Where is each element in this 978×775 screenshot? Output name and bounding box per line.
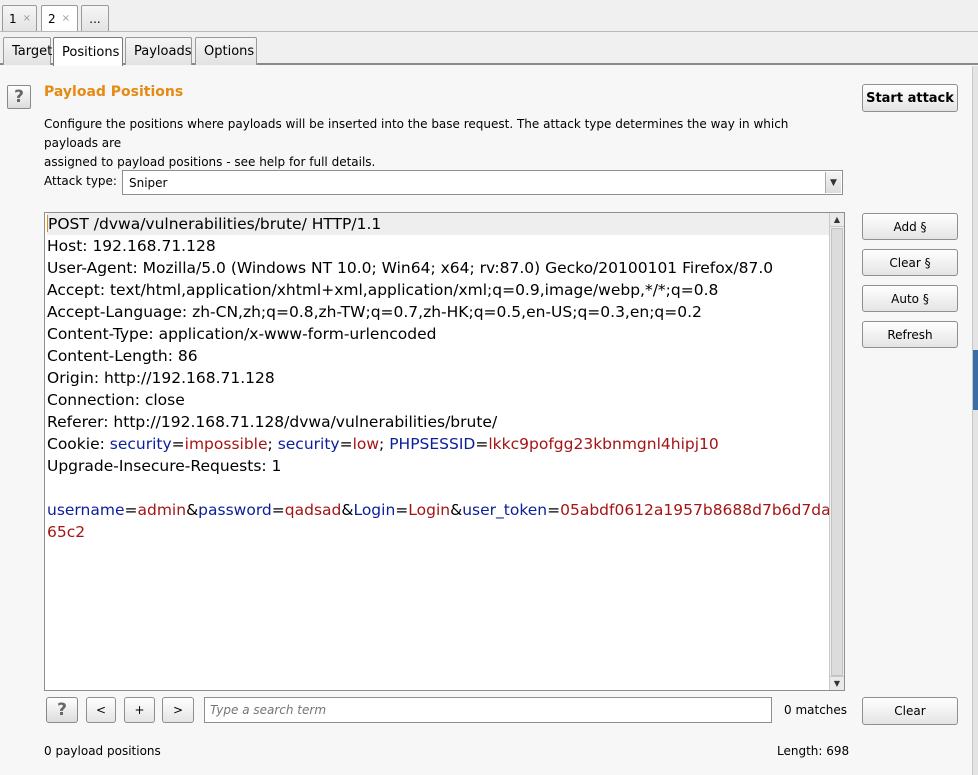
- next-match-button[interactable]: >: [162, 697, 194, 723]
- param-value: Login: [408, 501, 451, 519]
- request-tab-2[interactable]: 2 ×: [41, 5, 78, 31]
- scrollbar-thumb[interactable]: [831, 228, 843, 676]
- param-value: 05abdf0612a1957b8688d7b6d7da: [560, 501, 831, 519]
- payload-position-count: 0 payload positions: [44, 744, 161, 758]
- tab-target[interactable]: Target: [3, 37, 53, 65]
- tab-label: 2: [48, 11, 56, 26]
- tab-label: Payloads: [134, 44, 192, 59]
- separator: ;: [267, 435, 278, 453]
- param-value: low: [352, 435, 380, 453]
- header-line: Referer: http://192.168.71.128/dvwa/vuln…: [47, 413, 498, 431]
- editor-scrollbar[interactable]: ▲ ▼: [829, 213, 844, 690]
- equals-sign: =: [395, 501, 409, 519]
- help-icon: ?: [14, 87, 24, 107]
- header-line: Accept: text/html,application/xhtml+xml,…: [47, 281, 719, 299]
- header-line: User-Agent: Mozilla/5.0 (Windows NT 10.0…: [47, 259, 774, 277]
- refresh-button[interactable]: Refresh: [862, 321, 958, 348]
- equals-sign: =: [475, 435, 489, 453]
- close-icon[interactable]: ×: [23, 13, 31, 24]
- header-line: Origin: http://192.168.71.128: [47, 369, 275, 387]
- param-name: security: [109, 435, 172, 453]
- previous-match-button[interactable]: <: [86, 697, 116, 723]
- param-value: qadsad: [284, 501, 342, 519]
- request-length: Length: 698: [777, 744, 850, 758]
- close-icon[interactable]: ×: [62, 13, 70, 24]
- scroll-up-icon[interactable]: ▲: [830, 213, 844, 227]
- param-name: PHPSESSID: [389, 435, 476, 453]
- request-line-text: POST /dvwa/vulnerabilities/brute/ HTTP/1…: [48, 215, 382, 233]
- tab-label: ...: [89, 11, 101, 26]
- request-tab-strip: 1 × 2 × ...: [0, 0, 978, 32]
- separator: &: [341, 501, 354, 519]
- param-name: username: [47, 501, 125, 519]
- equals-sign: =: [171, 435, 185, 453]
- new-tab-button[interactable]: ...: [81, 5, 109, 31]
- intruder-subtab-strip: Target Positions Payloads Options: [0, 32, 978, 66]
- equals-sign: =: [124, 501, 138, 519]
- tab-label: Options: [204, 44, 255, 59]
- header-line: Accept-Language: zh-CN,zh;q=0.8,zh-TW;q=…: [47, 303, 702, 321]
- header-line: Content-Type: application/x-www-form-url…: [47, 325, 437, 343]
- request-tab-1[interactable]: 1 ×: [2, 5, 37, 31]
- header-line: Host: 192.168.71.128: [47, 237, 216, 255]
- tab-options[interactable]: Options: [195, 37, 257, 65]
- tab-label: Target: [12, 44, 53, 59]
- clear-search-button[interactable]: Clear: [862, 697, 958, 725]
- equals-sign: =: [271, 501, 285, 519]
- chevron-down-icon[interactable]: ▼: [825, 172, 841, 193]
- separator: ;: [379, 435, 390, 453]
- request-line: POST /dvwa/vulnerabilities/brute/ HTTP/1…: [47, 213, 829, 235]
- match-count: 0 matches: [784, 703, 848, 717]
- request-editor[interactable]: POST /dvwa/vulnerabilities/brute/ HTTP/1…: [44, 212, 845, 691]
- search-input[interactable]: [204, 697, 772, 723]
- search-help-button[interactable]: ?: [46, 697, 78, 723]
- param-value: admin: [137, 501, 187, 519]
- param-value: lkkc9pofgg23kbnmgnl4hipj10: [488, 435, 719, 453]
- tab-payloads[interactable]: Payloads: [125, 37, 192, 65]
- separator: &: [450, 501, 463, 519]
- help-icon: ?: [57, 700, 67, 720]
- section-title: Payload Positions: [44, 84, 184, 100]
- equals-sign: =: [547, 501, 561, 519]
- tab-label: Positions: [62, 44, 120, 60]
- separator: &: [186, 501, 199, 519]
- header-line: Upgrade-Insecure-Requests: 1: [47, 457, 282, 475]
- attack-type-select[interactable]: Sniper ▼: [122, 170, 843, 195]
- start-attack-button[interactable]: Start attack: [862, 84, 958, 112]
- description-line: Configure the positions where payloads w…: [44, 117, 789, 150]
- body-line: username=admin&password=qadsad&Login=Log…: [47, 499, 831, 521]
- section-description: Configure the positions where payloads w…: [44, 115, 844, 172]
- param-value: impossible: [184, 435, 268, 453]
- clear-markers-button[interactable]: Clear §: [862, 249, 958, 276]
- tab-label: 1: [9, 11, 17, 26]
- param-name: user_token: [462, 501, 548, 519]
- body-line-wrapped: 65c2: [47, 521, 829, 543]
- add-marker-button[interactable]: Add §: [862, 213, 958, 240]
- param-name: security: [277, 435, 340, 453]
- scroll-down-icon[interactable]: ▼: [830, 676, 844, 690]
- equals-sign: =: [339, 435, 353, 453]
- header-line: Connection: close: [47, 391, 185, 409]
- attack-type-value: Sniper: [129, 175, 168, 190]
- auto-markers-button[interactable]: Auto §: [862, 285, 958, 312]
- search-options-button[interactable]: +: [124, 697, 155, 723]
- cookie-prefix: Cookie:: [47, 435, 110, 453]
- window-edge-highlight: [973, 350, 978, 410]
- attack-type-label: Attack type:: [44, 174, 117, 188]
- param-name: password: [198, 501, 272, 519]
- help-button[interactable]: ?: [7, 85, 31, 109]
- cookie-line: Cookie: security=impossible; security=lo…: [47, 433, 829, 455]
- header-line: Content-Length: 86: [47, 347, 198, 365]
- window-scrollbar[interactable]: [972, 66, 978, 775]
- tab-positions[interactable]: Positions: [53, 37, 123, 66]
- param-value: 65c2: [47, 523, 86, 541]
- param-name: Login: [353, 501, 396, 519]
